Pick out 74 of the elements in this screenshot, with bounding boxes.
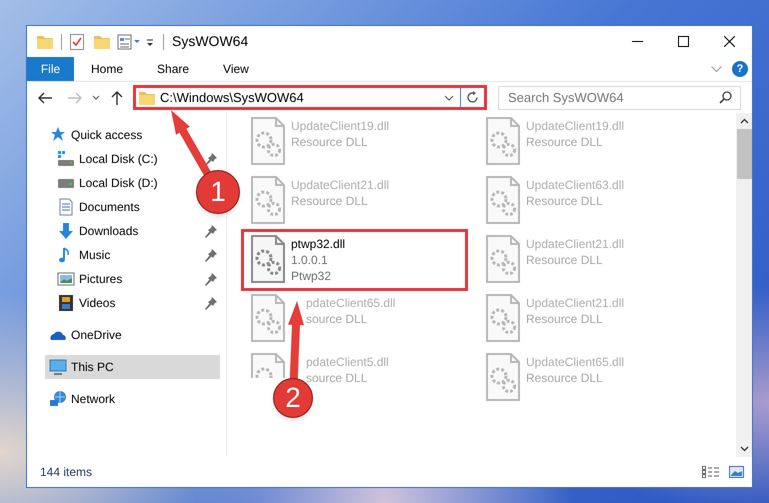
pc-icon [49,358,67,376]
scroll-thumb[interactable] [736,129,752,179]
pin-icon[interactable] [205,224,218,238]
nav-item[interactable]: This PC [49,355,114,379]
file-name: UpdateClient19.dll [526,118,624,134]
pin-icon[interactable] [205,272,218,286]
docs-icon [57,198,75,216]
file-detail: 1.0.0.1 [291,252,329,268]
pictures-icon [57,270,75,288]
nav-item[interactable]: Videos [57,291,116,315]
nav-item[interactable]: Quick access [49,123,142,147]
ribbon-tab[interactable]: View [206,57,266,81]
pin-icon[interactable] [205,296,218,310]
item-count: 144 items [40,464,92,481]
up-icon[interactable] [111,90,123,104]
help-button[interactable]: ? [732,61,748,77]
close-icon[interactable] [724,36,734,47]
refresh-icon[interactable] [466,91,479,104]
maximize-icon[interactable] [678,36,688,47]
file-item[interactable]: ptwp32.dll 1.0.0.1 Ptwp32 [241,229,468,291]
file-detail: Ptwp32 [291,268,332,284]
network-icon [49,390,67,408]
recent-locations-icon[interactable] [92,94,100,100]
nav-item[interactable]: Downloads [57,219,138,243]
address-bar[interactable]: C:\Windows\SysWOW64 [133,85,487,110]
search-field[interactable]: Search SysWOW64 [498,86,741,110]
file-name: UpdateClient21.dll [291,177,390,193]
file-detail: Resource DLL [291,134,369,150]
ribbon-tab[interactable]: Share [140,57,206,81]
ribbon-tab[interactable]: Home [74,57,140,81]
address-path: C:\Windows\SysWOW64 [160,88,305,107]
scrollbar[interactable] [736,113,752,457]
search-icon[interactable] [719,90,732,104]
file-menu-button[interactable]: File [27,57,74,81]
windrive-icon [57,150,75,168]
scroll-down-icon[interactable] [740,446,748,452]
file-name: UpdateClient21.dll [526,295,624,311]
file-detail: Resource DLL [526,193,604,209]
nav-item[interactable]: Music [57,243,110,267]
file-name: ptwp32.dll [291,236,346,252]
file-detail: Resource DLL [526,370,604,386]
window-title: SysWOW64 [172,32,248,51]
details-view-icon[interactable] [702,466,719,478]
checklist-icon[interactable] [69,32,85,50]
back-icon[interactable] [38,92,52,104]
pin-icon[interactable] [205,248,218,262]
file-detail: source DLL [306,370,368,386]
address-dropdown-icon[interactable] [444,94,454,100]
pin-icon[interactable] [205,152,218,166]
expand-ribbon-icon[interactable] [711,66,722,72]
download-icon [57,222,75,240]
file-name: UpdateClient21.dll [526,236,624,252]
file-detail: Resource DLL [526,311,604,327]
file-name: UpdateClient19.dll [291,118,390,134]
arrow [171,110,212,177]
file-detail: Resource DLL [526,134,604,150]
large-icons-view-icon[interactable] [729,466,744,478]
videos-icon [57,294,75,312]
nav-item[interactable]: Local Disk (C:) [57,147,158,171]
properties-icon[interactable] [117,32,141,50]
scroll-up-icon[interactable] [740,118,748,124]
file-detail: Resource DLL [526,252,604,268]
file-name: UpdateClient63.dll [526,177,624,193]
star-icon [49,126,67,144]
nav-item[interactable]: Pictures [57,267,122,291]
file-detail: Resource DLL [291,193,369,209]
file-name: UpdateClient65.dll [526,354,624,370]
nav-item[interactable]: OneDrive [49,323,122,347]
file-name: pdateClient65.dll [306,295,396,311]
nav-item[interactable]: Documents [57,195,140,219]
file-name: pdateClient5.dll [306,354,389,370]
nav-item[interactable]: Network [49,387,116,411]
file-detail: source DLL [306,311,368,327]
nav-item[interactable]: Local Disk (D:) [57,171,158,195]
